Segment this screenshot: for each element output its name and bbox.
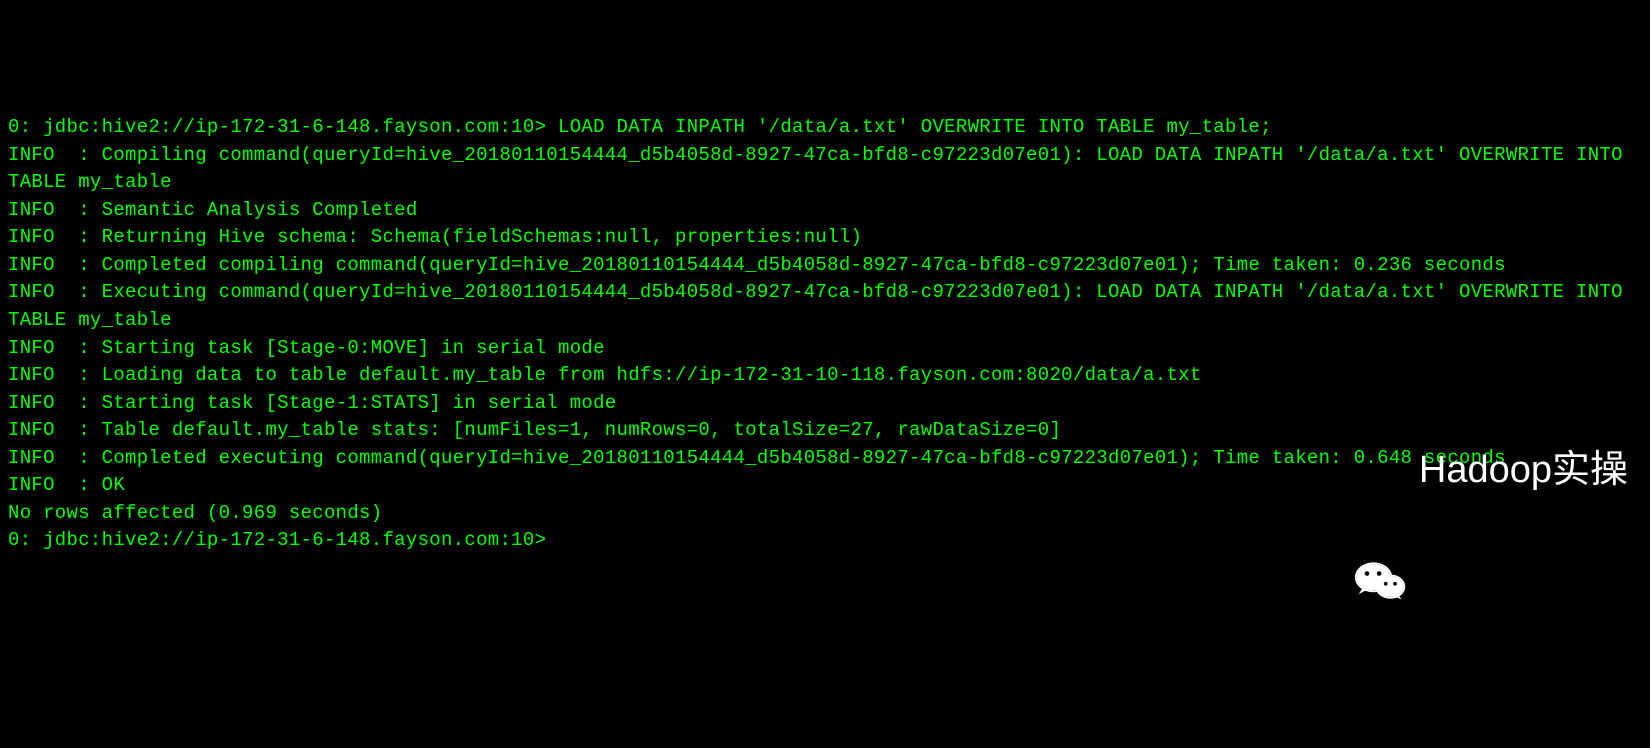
terminal-log-line: INFO : Semantic Analysis Completed <box>8 199 418 221</box>
terminal-prompt-1: 0: jdbc:hive2://ip-172-31-6-148.fayson.c… <box>8 116 546 138</box>
terminal-result-line: No rows affected (0.969 seconds) <box>8 502 382 524</box>
terminal-command: LOAD DATA INPATH '/data/a.txt' OVERWRITE… <box>546 116 1272 138</box>
terminal-log-line: INFO : Starting task [Stage-0:MOVE] in s… <box>8 337 605 359</box>
terminal-prompt-2: 0: jdbc:hive2://ip-172-31-6-148.fayson.c… <box>8 529 546 551</box>
terminal-log-line: INFO : Starting task [Stage-1:STATS] in … <box>8 392 617 414</box>
terminal-log-line: INFO : Executing command(queryId=hive_20… <box>8 281 1635 331</box>
terminal-log-line: INFO : Loading data to table default.my_… <box>8 364 1202 386</box>
terminal-log-line: INFO : Completed compiling command(query… <box>8 254 1506 276</box>
terminal-log-line: INFO : Compiling command(queryId=hive_20… <box>8 144 1635 194</box>
terminal-log-line: INFO : OK <box>8 474 125 496</box>
terminal-log-line: INFO : Table default.my_table stats: [nu… <box>8 419 1061 441</box>
terminal-log-line: INFO : Returning Hive schema: Schema(fie… <box>8 226 862 248</box>
wechat-icon <box>1353 443 1409 499</box>
terminal-log-line: INFO : Completed executing command(query… <box>8 447 1506 469</box>
watermark: Hadoop实操 <box>1353 443 1628 499</box>
watermark-text: Hadoop实操 <box>1419 443 1628 498</box>
